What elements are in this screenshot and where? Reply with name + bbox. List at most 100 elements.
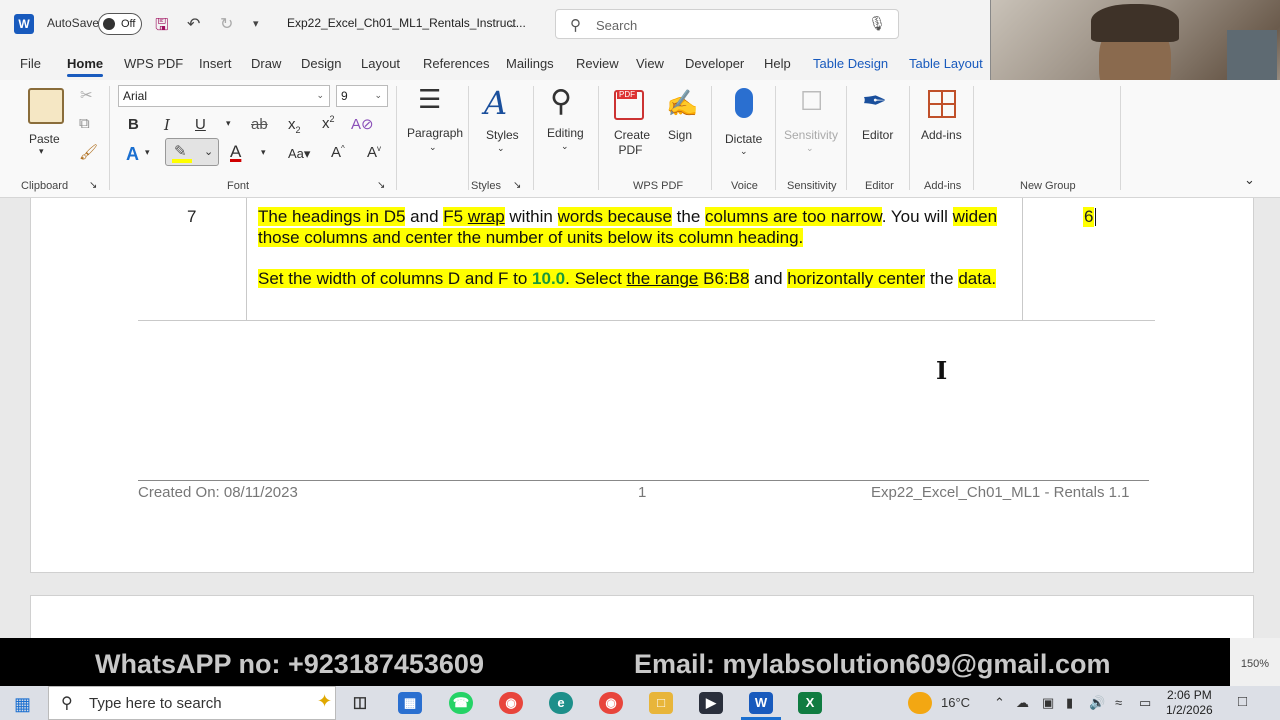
store-icon[interactable]: ▦	[398, 692, 422, 714]
chrome-profile-icon[interactable]: ◉	[599, 692, 623, 714]
word-app-icon[interactable]: W	[749, 692, 773, 714]
excel-app-icon[interactable]: X	[798, 692, 822, 714]
copy-icon[interactable]: ⧉	[79, 115, 90, 132]
superscript-icon[interactable]: x2	[322, 114, 335, 132]
addins-icon[interactable]	[928, 90, 956, 118]
tab-developer[interactable]: Developer	[685, 56, 744, 71]
tab-draw[interactable]: Draw	[251, 56, 281, 71]
change-case-icon[interactable]: Aa▾	[288, 146, 310, 162]
instruction-paragraph-2[interactable]: Set the width of columns D and F to 10.0…	[258, 268, 1018, 289]
create-pdf-icon[interactable]: PDF	[614, 90, 644, 120]
microphone-icon[interactable]	[735, 88, 753, 118]
task-view-icon[interactable]: ◫	[348, 692, 372, 714]
font-size-field[interactable]: 9 ⌄	[336, 85, 388, 107]
paste-button[interactable]: Paste	[29, 132, 60, 146]
tab-wps-pdf[interactable]: WPS PDF	[124, 56, 183, 71]
subscript-icon[interactable]: x2	[288, 116, 301, 135]
media-app-icon[interactable]: ▶	[699, 692, 723, 714]
clear-formatting-icon[interactable]: A⊘	[351, 115, 374, 133]
tab-home[interactable]: Home	[67, 56, 104, 77]
undo-icon[interactable]: ↶	[187, 14, 200, 34]
cloud-icon[interactable]: ☁	[1016, 695, 1029, 711]
chevron-down-icon[interactable]: ⌄	[508, 17, 517, 30]
highlight-color-button[interactable]: ✎ ⌄	[165, 138, 219, 166]
underline-dropdown-icon[interactable]: ▾	[226, 118, 231, 129]
font-launcher-icon[interactable]: ↘	[377, 180, 385, 191]
tab-table-design[interactable]: Table Design	[813, 56, 888, 71]
paste-dropdown-icon[interactable]: ▾	[39, 146, 44, 157]
tab-help[interactable]: Help	[764, 56, 791, 71]
tab-view[interactable]: View	[636, 56, 664, 71]
weather-icon[interactable]	[908, 692, 932, 714]
magnifier-icon[interactable]: ⚲	[550, 84, 572, 119]
font-color-dropdown-icon[interactable]: ▾	[261, 147, 266, 158]
speaker-icon[interactable]: 🔊	[1089, 695, 1105, 711]
edge-icon[interactable]: e	[549, 692, 573, 714]
format-painter-icon[interactable]: 🖌	[79, 143, 98, 161]
editing-button[interactable]: Editing	[547, 126, 584, 140]
tab-layout[interactable]: Layout	[361, 56, 400, 71]
shrink-font-icon[interactable]: Av	[367, 144, 381, 161]
tab-references[interactable]: References	[423, 56, 489, 71]
microphone-icon[interactable]: 🎙	[868, 15, 886, 32]
document-title[interactable]: Exp22_Excel_Ch01_ML1_Rentals_Instruct...	[287, 16, 526, 30]
tab-review[interactable]: Review	[576, 56, 619, 71]
wifi-icon[interactable]: ≈	[1115, 695, 1122, 710]
mic-tray-icon[interactable]: ▮	[1066, 695, 1073, 711]
system-clock[interactable]: 2:06 PM 1/2/2026	[1166, 688, 1213, 718]
tab-table-layout[interactable]: Table Layout	[909, 56, 983, 71]
sign-icon[interactable]: ✍	[666, 88, 698, 119]
font-name-field[interactable]: Arial ⌄	[118, 85, 330, 107]
editor-button[interactable]: Editor	[862, 128, 893, 142]
redo-icon[interactable]: ↻	[220, 14, 233, 34]
sign-button[interactable]: Sign	[668, 128, 692, 142]
underline-icon[interactable]: U	[195, 116, 206, 133]
chevron-down-icon[interactable]: ⌄	[740, 146, 748, 157]
italic-icon[interactable]: I	[164, 116, 170, 134]
collapse-ribbon-icon[interactable]: ⌄	[1244, 172, 1255, 188]
device-icon[interactable]: ▣	[1042, 695, 1054, 711]
search-box[interactable]: ⚲ Search 🎙	[555, 9, 899, 39]
dictate-button[interactable]: Dictate	[725, 132, 762, 146]
temperature[interactable]: 16°C	[941, 695, 970, 710]
editor-pen-icon[interactable]: ✒	[862, 84, 887, 119]
styles-launcher-icon[interactable]: ↘	[513, 180, 521, 191]
customize-qat-icon[interactable]: ▾	[253, 17, 259, 30]
paragraph-icon[interactable]: ☰	[418, 86, 441, 112]
clipboard-launcher-icon[interactable]: ↘	[89, 180, 97, 191]
save-icon[interactable]: 🖫	[155, 14, 169, 41]
cut-icon[interactable]: ✂	[80, 86, 93, 104]
tab-insert[interactable]: Insert	[199, 56, 232, 71]
bold-icon[interactable]: B	[128, 116, 139, 133]
taskbar-search[interactable]: ⚲ Type here to search ✦	[48, 686, 336, 720]
document-page[interactable]: 7 The headings in D5 and F5 wrap within …	[30, 198, 1254, 573]
text-effects-dropdown-icon[interactable]: ▾	[145, 147, 150, 158]
chrome-icon[interactable]: ◉	[499, 692, 523, 714]
paste-icon[interactable]	[28, 88, 64, 124]
addins-button[interactable]: Add-ins	[921, 128, 962, 142]
points-value[interactable]: 6	[1083, 207, 1095, 227]
tab-file[interactable]: File	[20, 56, 41, 71]
chevron-up-icon[interactable]: ⌃	[994, 695, 1005, 711]
autosave-toggle[interactable]: Off	[98, 13, 142, 35]
grow-font-icon[interactable]: A^	[331, 144, 345, 161]
styles-icon[interactable]: A	[484, 84, 507, 122]
font-color-icon[interactable]: A	[230, 142, 241, 162]
tab-design[interactable]: Design	[301, 56, 341, 71]
text-effects-icon[interactable]: A	[126, 144, 139, 165]
chevron-down-icon[interactable]: ⌄	[561, 141, 569, 152]
create-pdf-button[interactable]: Create PDF	[614, 128, 650, 158]
strikethrough-icon[interactable]: ab	[251, 116, 268, 133]
paragraph-button[interactable]: Paragraph	[407, 126, 463, 140]
windows-start-icon[interactable]: ▦	[14, 694, 31, 715]
chevron-down-icon[interactable]: ⌄	[429, 142, 437, 153]
notifications-icon[interactable]: □	[1238, 693, 1247, 710]
battery-icon[interactable]: ▭	[1139, 695, 1151, 711]
instruction-paragraph-1[interactable]: The headings in D5 and F5 wrap within wo…	[258, 206, 1018, 248]
tab-mailings[interactable]: Mailings	[506, 56, 554, 71]
styles-button[interactable]: Styles	[486, 128, 519, 142]
file-explorer-icon[interactable]: □	[649, 692, 673, 714]
whatsapp-icon[interactable]: ☎	[449, 692, 473, 714]
zoom-level[interactable]: 150%	[1230, 638, 1280, 686]
chevron-down-icon[interactable]: ⌄	[497, 143, 505, 154]
